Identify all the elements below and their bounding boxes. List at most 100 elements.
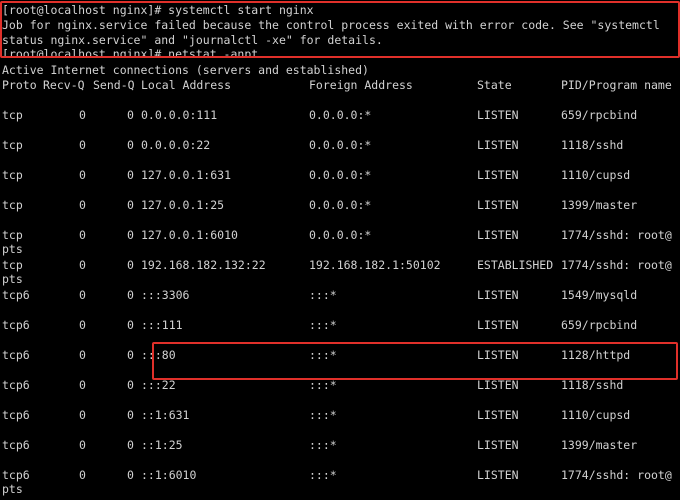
cell-pid: 1774/sshd: root@ bbox=[561, 228, 672, 242]
cell-recv: 0 bbox=[79, 108, 86, 122]
command-line-systemctl: [root@localhost nginx]# systemctl start … bbox=[2, 3, 314, 17]
cell-recv: 0 bbox=[79, 258, 86, 272]
cell-local: :::3306 bbox=[141, 288, 190, 302]
cell-local: ::1:631 bbox=[141, 408, 190, 422]
cell-local: 0.0.0.0:22 bbox=[141, 138, 211, 152]
cell-wrap: pts bbox=[2, 242, 23, 256]
cell-proto: tcp6 bbox=[2, 378, 30, 392]
cell-state: LISTEN bbox=[477, 468, 519, 482]
netstat-header-title: Active Internet connections (servers and… bbox=[2, 63, 369, 77]
cell-pid: 1774/sshd: root@ bbox=[561, 468, 672, 482]
cell-foreign: :::* bbox=[309, 348, 337, 362]
cell-pid: 1399/master bbox=[561, 198, 638, 212]
cell-foreign: :::* bbox=[309, 468, 337, 482]
cell-recv: 0 bbox=[79, 408, 86, 422]
cell-local: ::1:6010 bbox=[141, 468, 197, 482]
cell-send: 0 bbox=[127, 318, 134, 332]
cell-local: 127.0.0.1:631 bbox=[141, 168, 232, 182]
cell-foreign: :::* bbox=[309, 438, 337, 452]
cell-state: LISTEN bbox=[477, 228, 519, 242]
cell-foreign: 0.0.0.0:* bbox=[309, 108, 372, 122]
cell-proto: tcp bbox=[2, 228, 23, 242]
cell-local: 127.0.0.1:6010 bbox=[141, 228, 238, 242]
cell-proto: tcp6 bbox=[2, 408, 30, 422]
column-header-proto: Proto bbox=[2, 78, 37, 92]
cell-pid: 1128/httpd bbox=[561, 348, 631, 362]
terminal-window[interactable]: [root@localhost nginx]# systemctl start … bbox=[0, 0, 680, 500]
cell-proto: tcp bbox=[2, 108, 23, 122]
cell-recv: 0 bbox=[79, 438, 86, 452]
cell-state: LISTEN bbox=[477, 108, 519, 122]
cell-send: 0 bbox=[127, 468, 134, 482]
column-header-recv-q: Recv-Q bbox=[43, 78, 85, 92]
cell-send: 0 bbox=[127, 258, 134, 272]
cell-send: 0 bbox=[127, 348, 134, 362]
cell-send: 0 bbox=[127, 108, 134, 122]
cell-send: 0 bbox=[127, 288, 134, 302]
cell-proto: tcp6 bbox=[2, 288, 30, 302]
cell-send: 0 bbox=[127, 138, 134, 152]
cell-proto: tcp bbox=[2, 138, 23, 152]
cell-state: LISTEN bbox=[477, 408, 519, 422]
cell-proto: tcp6 bbox=[2, 348, 30, 362]
cell-state: LISTEN bbox=[477, 168, 519, 182]
cell-recv: 0 bbox=[79, 138, 86, 152]
cell-proto: tcp bbox=[2, 168, 23, 182]
cell-pid: 1118/sshd bbox=[561, 378, 624, 392]
cell-proto: tcp6 bbox=[2, 468, 30, 482]
cell-pid: 659/rpcbind bbox=[561, 108, 638, 122]
cell-send: 0 bbox=[127, 168, 134, 182]
cell-pid: 1399/master bbox=[561, 438, 638, 452]
cell-wrap: pts bbox=[2, 272, 23, 286]
cell-recv: 0 bbox=[79, 468, 86, 482]
cell-recv: 0 bbox=[79, 378, 86, 392]
cell-local: 192.168.182.132:22 bbox=[141, 258, 266, 272]
cell-proto: tcp bbox=[2, 258, 23, 272]
column-header-pid-program: PID/Program name bbox=[561, 78, 672, 92]
column-header-local-address: Local Address bbox=[141, 78, 232, 92]
cell-proto: tcp6 bbox=[2, 318, 30, 332]
cell-foreign: 0.0.0.0:* bbox=[309, 168, 372, 182]
command-line-netstat: [root@localhost nginx]# netstat -anpt bbox=[2, 47, 259, 56]
cell-send: 0 bbox=[127, 378, 134, 392]
cell-pid: 1110/cupsd bbox=[561, 408, 631, 422]
cell-local: 127.0.0.1:25 bbox=[141, 198, 225, 212]
cell-wrap: pts bbox=[2, 482, 23, 496]
cell-pid: 1774/sshd: root@ bbox=[561, 258, 672, 272]
cell-foreign: 0.0.0.0:* bbox=[309, 138, 372, 152]
cell-recv: 0 bbox=[79, 318, 86, 332]
cell-send: 0 bbox=[127, 198, 134, 212]
cell-proto: tcp6 bbox=[2, 438, 30, 452]
cell-state: ESTABLISHED bbox=[477, 258, 554, 272]
cell-recv: 0 bbox=[79, 198, 86, 212]
cell-pid: 1110/cupsd bbox=[561, 168, 631, 182]
cell-state: LISTEN bbox=[477, 378, 519, 392]
column-header-foreign-address: Foreign Address bbox=[309, 78, 413, 92]
cell-pid: 1118/sshd bbox=[561, 138, 624, 152]
cell-send: 0 bbox=[127, 438, 134, 452]
cell-state: LISTEN bbox=[477, 318, 519, 332]
cell-foreign: :::* bbox=[309, 408, 337, 422]
cell-local: :::22 bbox=[141, 378, 176, 392]
cell-recv: 0 bbox=[79, 348, 86, 362]
cell-local: 0.0.0.0:111 bbox=[141, 108, 218, 122]
cell-local: :::111 bbox=[141, 318, 183, 332]
cell-send: 0 bbox=[127, 228, 134, 242]
cell-state: LISTEN bbox=[477, 198, 519, 212]
cell-foreign: 0.0.0.0:* bbox=[309, 198, 372, 212]
cell-proto: tcp bbox=[2, 198, 23, 212]
cell-local: :::80 bbox=[141, 348, 176, 362]
cell-state: LISTEN bbox=[477, 288, 519, 302]
error-message-line-2: status nginx.service" and "journalctl -x… bbox=[2, 33, 383, 47]
cell-local: ::1:25 bbox=[141, 438, 183, 452]
cell-pid: 659/rpcbind bbox=[561, 318, 638, 332]
cell-foreign: 192.168.182.1:50102 bbox=[309, 258, 441, 272]
cell-foreign: :::* bbox=[309, 318, 337, 332]
column-header-state: State bbox=[477, 78, 512, 92]
cell-foreign: 0.0.0.0:* bbox=[309, 228, 372, 242]
column-header-send-q: Send-Q bbox=[93, 78, 135, 92]
cell-state: LISTEN bbox=[477, 438, 519, 452]
cell-recv: 0 bbox=[79, 288, 86, 302]
cell-pid: 1549/mysqld bbox=[561, 288, 638, 302]
cell-state: LISTEN bbox=[477, 138, 519, 152]
